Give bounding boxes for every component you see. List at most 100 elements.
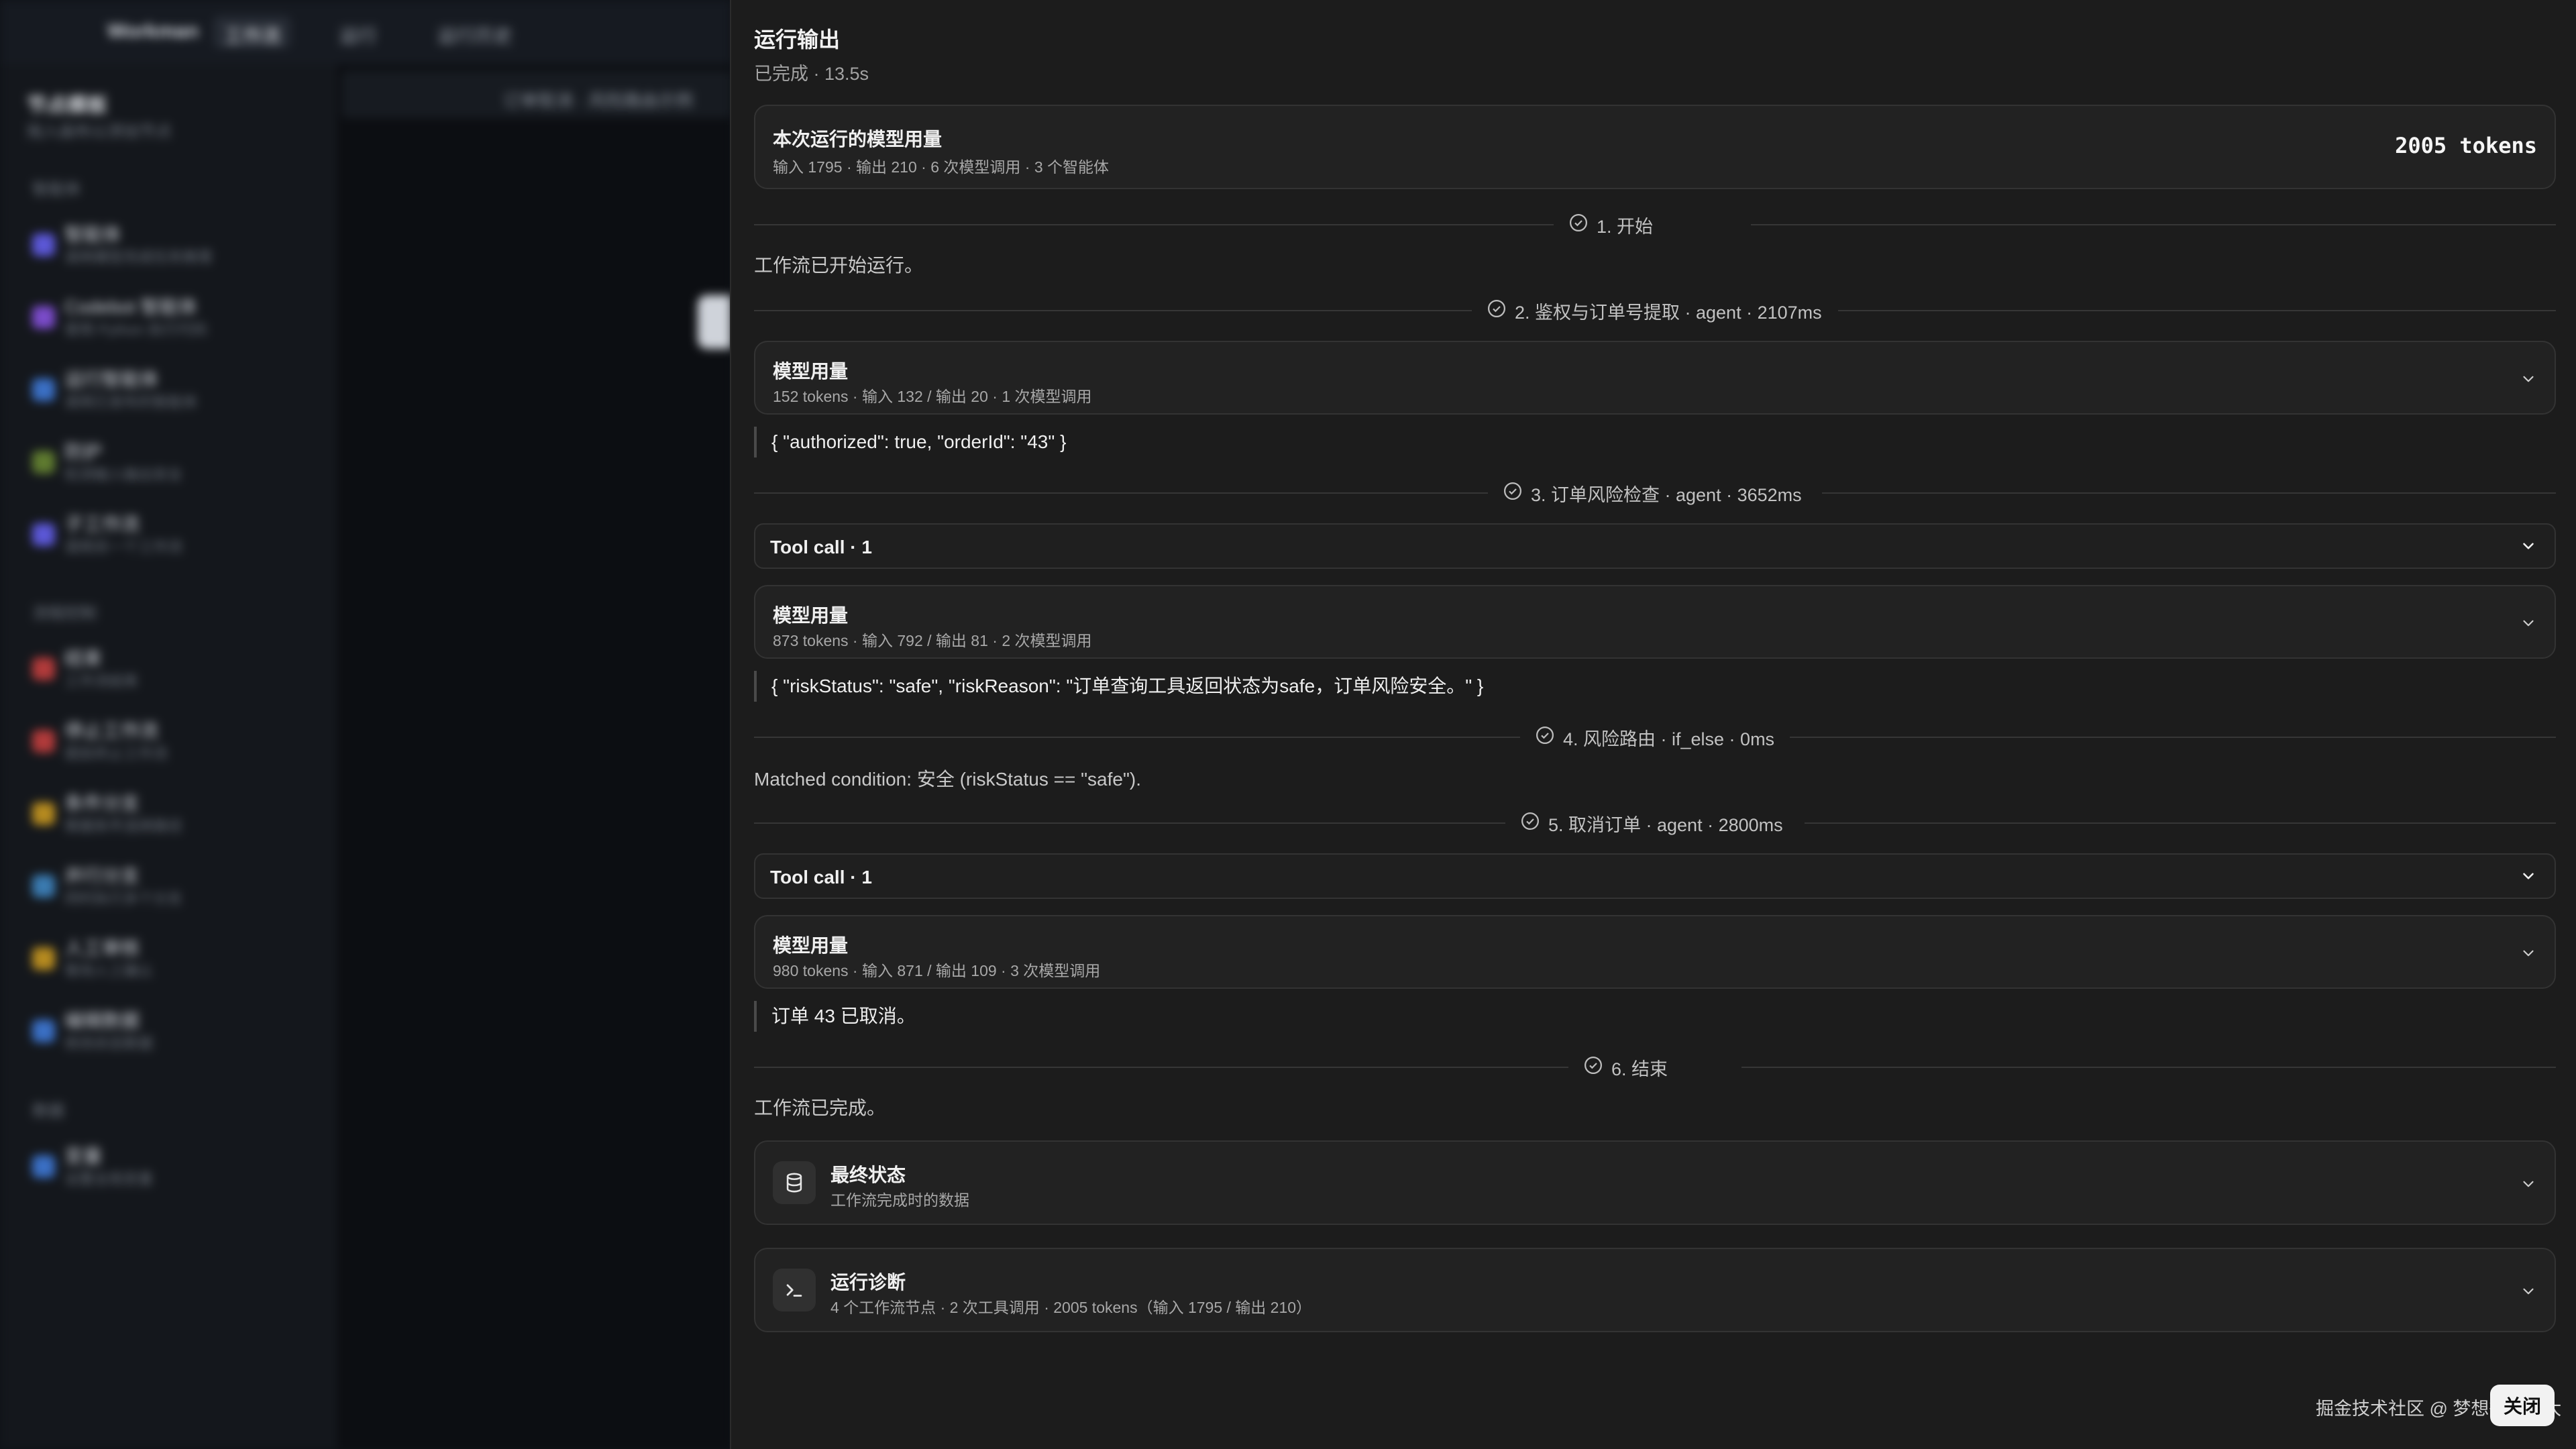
step-output: { "riskStatus": "safe", "riskReason": "订… [754,671,1483,702]
model-usage-title: 模型用量 [773,605,849,626]
run-status: 已完成 · 13.5s [754,64,869,84]
step-title: 5. 取消订单 · agent · 2800ms [1548,814,1783,835]
nav-run[interactable]: 运行 [329,16,388,48]
step-divider: 5. 取消订单 · agent · 2800ms [754,810,2556,837]
step-label: 2. 鉴权与订单号提取 · agent · 2107ms [1487,297,1822,324]
step-divider: 6. 结束 [754,1054,2556,1081]
node-icon [32,875,55,898]
sidebar-item[interactable]: 并行分支 同时执行多个分支 [32,861,314,922]
usage-summary-title: 本次运行的模型用量 [773,129,943,150]
final-state-meta: 工作流完成时的数据 [830,1191,969,1209]
node-icon [32,947,55,970]
step-divider: 3. 订单风险检查 · agent · 3652ms [754,480,2556,506]
nav-workflow[interactable]: 工作流 [213,16,292,48]
terminal-icon [773,1269,816,1311]
sidebar-item-desc: 等待人工确认 [64,963,154,979]
canvas-node[interactable] [698,295,731,349]
step-divider: 4. 风险路由 · if_else · 0ms [754,724,2556,751]
node-icon [32,730,55,753]
node-icon [32,1155,55,1178]
sidebar-item-desc: 使用 Python 执行代码 [64,321,207,338]
model-usage-meta: 873 tokens · 输入 792 / 输出 81 · 2 次模型调用 [773,632,1092,649]
check-circle-icon [1487,299,1507,323]
sidebar-item[interactable]: 编辑数据修改状态数据 [32,1006,314,1067]
divider-line [1822,492,2556,494]
sidebar-item-desc: 根据条件选择路径 [64,818,183,835]
sidebar-item[interactable]: 智能体调用模型完成任务推理 [32,220,314,280]
sidebar-item-desc: 修改状态数据 [64,1035,154,1052]
close-button[interactable]: 关闭 [2490,1385,2555,1426]
model-usage-card[interactable]: 模型用量 873 tokens · 输入 792 / 输出 81 · 2 次模型… [754,585,2556,659]
sidebar-item-name: 变量 [64,1146,103,1167]
model-usage-title: 模型用量 [773,361,849,382]
sidebar-item[interactable]: 防护检测输入输出安全 [32,437,314,498]
divider-line [754,310,1472,311]
chevron-down-icon[interactable] [2520,1283,2537,1300]
sidebar-subtitle: 拖入画布以添加节点 [27,123,172,141]
sidebar-item-desc: 提前终止工作流 [64,745,168,762]
step-output: { "authorized": true, "orderId": "43" } [754,427,1066,458]
sidebar-item[interactable]: 人工审核 等待人工确认 [32,934,314,994]
tool-call-toggle[interactable]: Tool call · 1 [754,853,2556,899]
divider-line [754,822,1505,824]
step-label: 1. 开始 [1568,211,1653,238]
start-message: 工作流已开始运行。 [754,255,924,276]
sidebar-item-desc: 调用已发布的智能体 [64,394,198,411]
sidebar-item[interactable]: 停止工作流提前终止工作流 [32,716,314,777]
sidebar-section-data: 数据 [32,1102,64,1120]
step-output: 订单 43 已取消。 [754,1001,916,1032]
chevron-down-icon[interactable] [2520,370,2537,388]
sidebar-item-desc: 检测输入输出安全 [64,466,183,483]
sidebar-item[interactable]: 运行智能体 调用已发布的智能体 [32,365,314,425]
sidebar-item-desc: 工作流结束 [64,673,139,690]
sidebar-item-name: 防护 [64,441,103,462]
divider-line [754,1067,1568,1068]
chevron-down-icon[interactable] [2520,1175,2537,1193]
check-circle-icon [1503,481,1523,506]
model-usage-title: 模型用量 [773,935,849,956]
sidebar-item-name: 停止工作流 [64,720,159,741]
node-icon [32,1020,55,1042]
chevron-down-icon[interactable] [2520,867,2537,885]
sidebar-item[interactable]: 变量 设置全局变量 [32,1142,314,1202]
final-state-title: 最终状态 [830,1165,906,1185]
run-output-drawer: 运行输出 已完成 · 13.5s 本次运行的模型用量 输入 1795 · 输出 … [730,0,2576,1449]
sidebar-item-name: 智能体 [64,224,121,245]
chevron-down-icon[interactable] [2520,537,2537,555]
step-title: 2. 鉴权与订单号提取 · agent · 2107ms [1515,302,1822,323]
chevron-down-icon[interactable] [2520,945,2537,962]
final-state-card[interactable]: 最终状态 工作流完成时的数据 [754,1140,2556,1225]
canvas-toolbar: 订单取消 · 风险路由示例 [342,71,731,118]
step-title: 3. 订单风险检查 · agent · 3652ms [1531,484,1802,505]
node-icon [32,802,55,825]
sidebar-item[interactable]: Codebot 智能体 使用 Python 执行代码 [32,292,314,353]
matched-condition: Matched condition: 安全 (riskStatus == "sa… [754,769,1142,790]
tool-call-label: Tool call · 1 [770,537,872,557]
node-icon [32,233,55,256]
canvas-area: 订单取消 · 风险路由示例 [335,64,731,1449]
check-circle-icon [1535,725,1555,750]
divider-line [1838,310,2556,311]
chevron-down-icon[interactable] [2520,614,2537,632]
node-icon [32,451,55,474]
node-icon [32,657,55,680]
nav-history[interactable]: 运行历史 [427,16,523,48]
model-usage-card[interactable]: 模型用量 152 tokens · 输入 132 / 输出 20 · 1 次模型… [754,341,2556,415]
run-diagnostics-card[interactable]: 运行诊断 4 个工作流节点 · 2 次工具调用 · 2005 tokens（输入… [754,1248,2556,1332]
sidebar-item-name: 编辑数据 [64,1010,140,1031]
divider-line [754,224,1554,225]
sidebar-item[interactable]: 条件分支 根据条件选择路径 [32,789,314,849]
step-title: 6. 结束 [1611,1059,1668,1079]
model-usage-card[interactable]: 模型用量 980 tokens · 输入 871 / 输出 109 · 3 次模… [754,915,2556,989]
tool-call-toggle[interactable]: Tool call · 1 [754,523,2556,569]
step-label: 5. 取消订单 · agent · 2800ms [1520,810,1783,837]
sidebar-item-desc: 调用模型完成任务推理 [64,249,213,266]
usage-summary-meta: 输入 1795 · 输出 210 · 6 次模型调用 · 3 个智能体 [773,158,1110,176]
drawer-title: 运行输出 [754,28,841,52]
usage-total-tokens: 2005 tokens [2395,133,2537,158]
model-usage-meta: 152 tokens · 输入 132 / 输出 20 · 1 次模型调用 [773,388,1092,405]
sidebar-item[interactable]: 结束 工作流结束 [32,644,314,704]
sidebar-item[interactable]: 子工作流 调用另一个工作流 [32,510,314,570]
sidebar-item-name: 子工作流 [64,514,140,535]
step-label: 4. 风险路由 · if_else · 0ms [1535,724,1774,751]
